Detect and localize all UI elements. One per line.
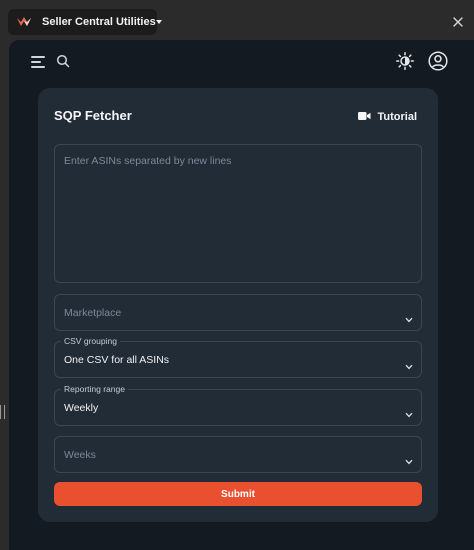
sun-icon[interactable] — [396, 52, 414, 70]
chevron-down-icon — [405, 452, 413, 464]
chevron-down-icon — [405, 310, 413, 322]
video-camera-icon — [358, 108, 371, 126]
close-icon[interactable] — [452, 15, 464, 27]
marketplace-placeholder: Marketplace — [64, 306, 122, 319]
weeks-placeholder: Weeks — [64, 448, 96, 461]
tutorial-button[interactable]: Tutorial — [358, 108, 417, 126]
csv-grouping-label: CSV grouping — [61, 336, 120, 346]
resize-handle[interactable] — [0, 405, 5, 419]
hamburger-menu-icon[interactable] — [31, 56, 45, 68]
reporting-range-select[interactable]: Reporting range Weekly — [54, 384, 422, 426]
extension-selector[interactable]: Seller Central Utilities — [8, 9, 162, 35]
csv-grouping-select[interactable]: CSV grouping One CSV for all ASINs — [54, 336, 422, 378]
marketplace-select[interactable]: Marketplace — [54, 294, 422, 331]
weeks-select[interactable]: Weeks — [54, 436, 422, 473]
asin-input-wrapper — [54, 144, 422, 283]
card-title: SQP Fetcher — [54, 108, 132, 123]
chevron-down-icon — [405, 357, 413, 369]
csv-grouping-value: One CSV for all ASINs — [64, 353, 170, 366]
submit-button[interactable]: Submit — [54, 482, 422, 506]
main-panel: SQP Fetcher Tutorial Marketplace CSV gro… — [9, 40, 474, 550]
extension-title: Seller Central Utilities — [42, 16, 156, 28]
reporting-range-value: Weekly — [64, 401, 99, 414]
caret-down-icon — [155, 20, 162, 24]
search-icon[interactable] — [56, 54, 70, 68]
chevron-down-icon — [405, 405, 413, 417]
sqp-fetcher-card: SQP Fetcher Tutorial Marketplace CSV gro… — [38, 88, 438, 522]
asin-textarea[interactable] — [55, 145, 421, 282]
tutorial-label: Tutorial — [377, 111, 417, 123]
extension-logo-icon — [16, 15, 32, 29]
user-circle-icon[interactable] — [428, 51, 448, 71]
reporting-range-label: Reporting range — [61, 384, 128, 394]
